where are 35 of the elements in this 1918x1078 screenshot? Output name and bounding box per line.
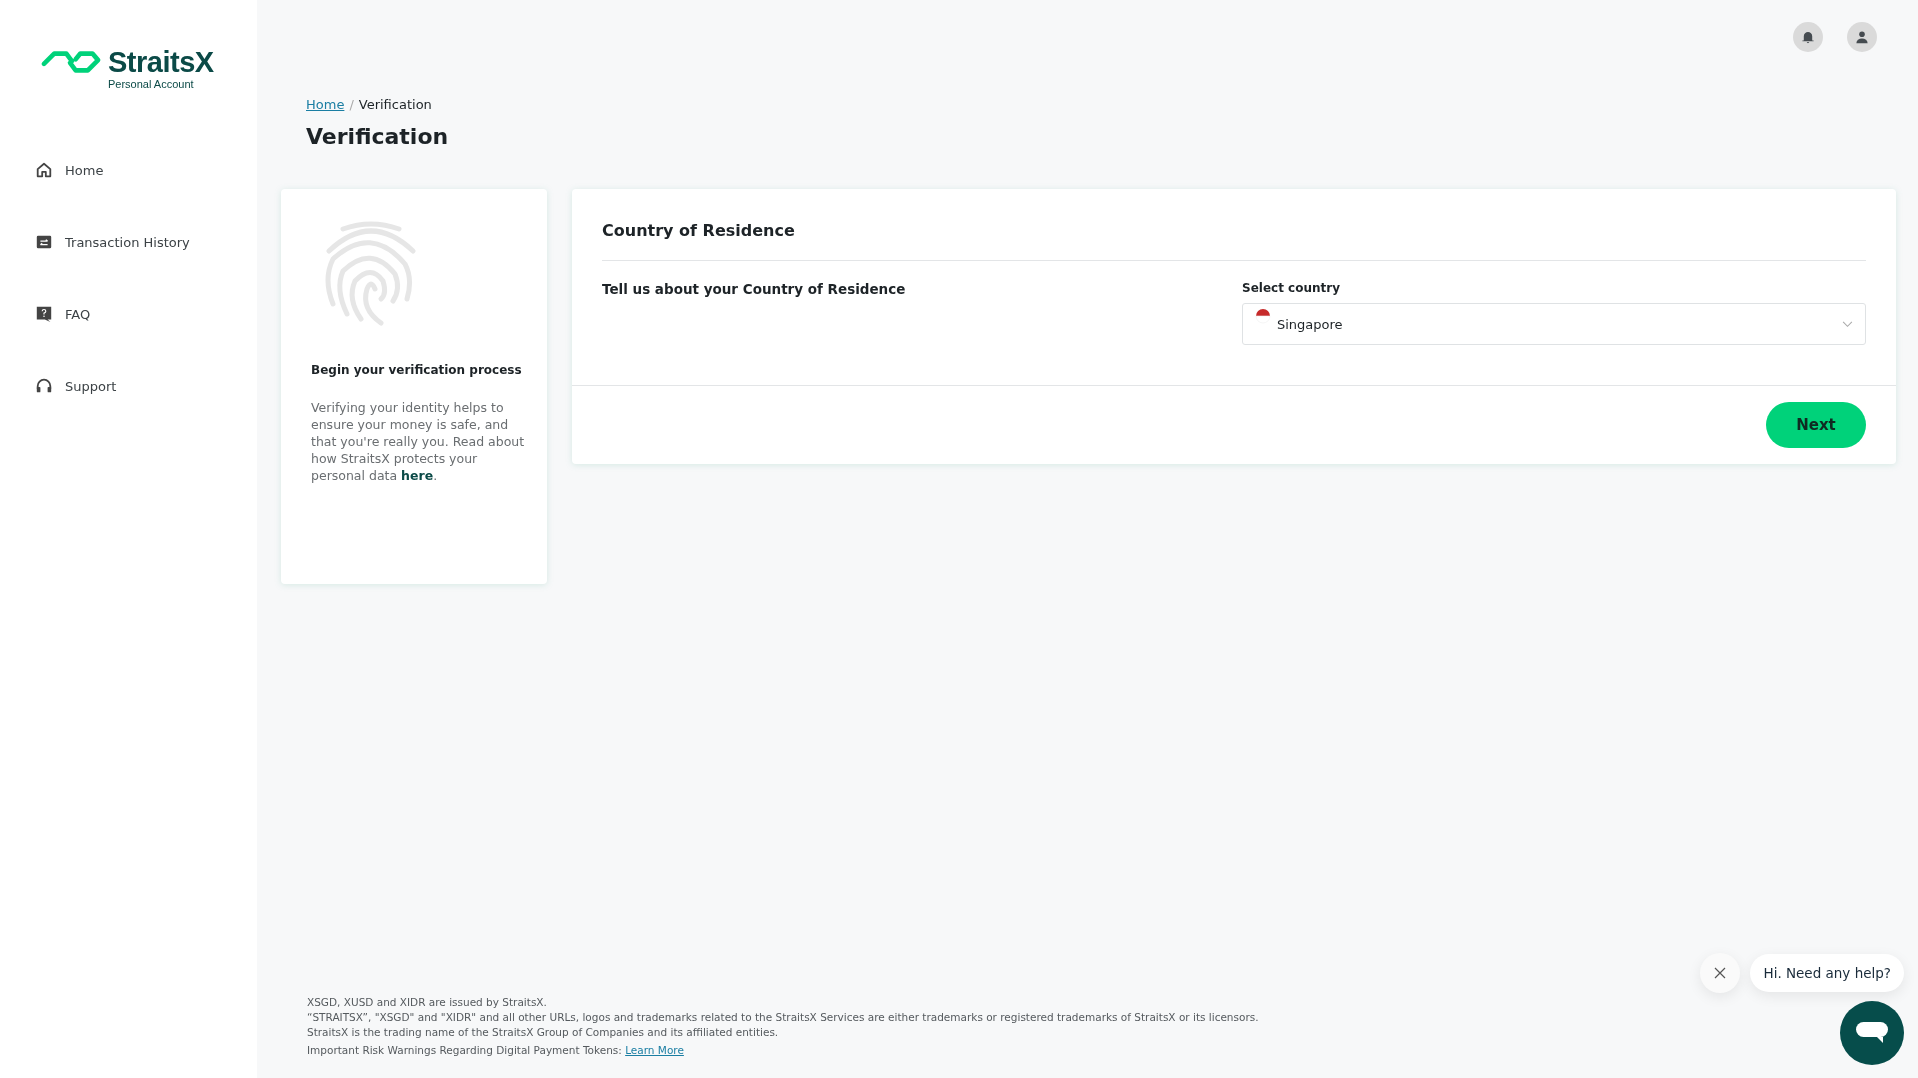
logo-wordmark: StraitsX xyxy=(108,46,214,78)
intro-heading: Begin your verification process xyxy=(311,363,523,377)
country-select[interactable]: Singapore xyxy=(1242,303,1866,345)
sidebar-item[interactable]: Support xyxy=(35,372,257,400)
sidebar-item[interactable]: FAQ xyxy=(35,300,257,328)
breadcrumb-separator: / xyxy=(349,97,354,112)
footer-text: StraitsX is the trading name of the StraitsX Group of Companies and its affiliated entities. xyxy=(307,1025,779,1040)
footer-text: “STRAITSX”, "XSGD" and "XIDR" and all other URLs, logos and trademarks related to the StraitsX Services are either trademarks or registered trademarks of StraitsX or its licensors. xyxy=(307,1010,1259,1025)
chevron-down-icon xyxy=(1842,320,1853,328)
next-button[interactable]: Next xyxy=(1766,402,1866,448)
profile-button[interactable] xyxy=(1847,22,1877,52)
chat-bubble-icon xyxy=(1855,1021,1889,1045)
flag-icon xyxy=(1255,308,1271,324)
home-icon xyxy=(35,161,53,179)
learn-more-link[interactable]: Learn More xyxy=(625,1044,684,1056)
close-icon xyxy=(1714,967,1727,979)
transfer-card-icon xyxy=(35,233,53,251)
section-title: Country of Residence xyxy=(602,221,796,240)
bell-icon xyxy=(1801,30,1815,44)
help-icon xyxy=(35,305,53,323)
chat-message: Hi. Need any help? xyxy=(1750,954,1904,992)
footer-text: XSGD, XUSD and XIDR are issued by StraitsX. xyxy=(307,995,547,1010)
headset-icon xyxy=(35,377,53,395)
intro-paragraph: Verifying your identity helps to ensure your money is safe, and that you're really you. Read about how StraitsX protects your personal data here. xyxy=(311,399,526,484)
sidebar-item[interactable]: Home xyxy=(35,156,257,184)
notifications-button[interactable] xyxy=(1793,22,1823,52)
section-prompt: Tell us about your Country of Residence xyxy=(602,281,907,299)
page-title: Verification xyxy=(306,124,450,149)
logo-subtitle: Personal Account xyxy=(108,78,194,90)
footer-text: Important Risk Warnings Regarding Digital Payment Tokens: Learn More xyxy=(307,1043,684,1058)
person-icon xyxy=(1855,30,1869,44)
field-label: Select country xyxy=(1242,281,1341,295)
sidebar-item[interactable]: Transaction History xyxy=(35,228,257,256)
breadcrumb-link[interactable]: Home xyxy=(306,97,345,112)
breadcrumb-current: Verification xyxy=(358,97,432,112)
